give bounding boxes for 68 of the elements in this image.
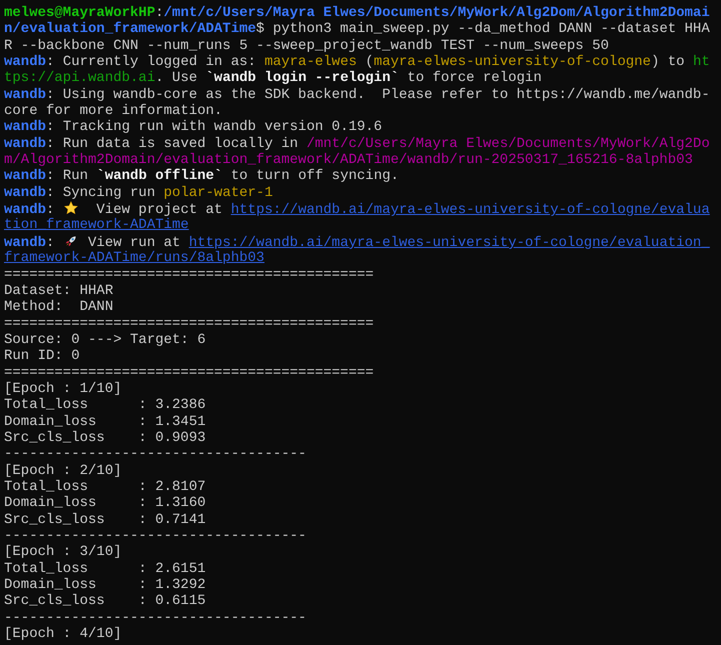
highlighted-name: mayra-elwes-university-of-cologne [374, 54, 651, 70]
terminal-text: . Use [155, 70, 198, 86]
terminal-text: View run at [87, 234, 182, 250]
log-prefix: wandb [4, 119, 46, 136]
link[interactable]: https://wandb.ai/mayra-elwes-university-of-cologne/evaluation_ [188, 234, 710, 250]
log-prefix: wandb [4, 86, 46, 103]
terminal-text: Method: DANN [4, 299, 114, 316]
highlighted-name: mayra-elwes [264, 54, 357, 70]
terminal-text: Domain_loss : 1.3292 [4, 577, 206, 594]
command-text: `wandb offline` [96, 168, 222, 184]
terminal-text: : Currently logged in as: [46, 54, 258, 70]
terminal-text: ------------------------------------ [4, 446, 306, 462]
terminal-text: : Run data is saved locally in [46, 136, 300, 152]
log-prefix: wandb [4, 202, 46, 218]
terminal-text: : [46, 234, 56, 250]
terminal-text: to turn off syncing. [230, 168, 399, 184]
terminal-text: View project at [95, 202, 224, 218]
star-icon [64, 201, 78, 216]
file-path: /mnt/c/Users/Mayra Elwes/Documents/MyWork/Alg2Do [306, 136, 710, 152]
file-path: m/Algorithm2Domain/evaluation_framework/ADATime/wandb/run-20250317_165216-8alphb03 [4, 152, 693, 168]
terminal-text: Dataset: HHAR [4, 282, 114, 299]
highlighted-name: polar-water-1 [164, 184, 273, 201]
terminal-text: ============================================ [4, 364, 374, 381]
terminal-text: ( [364, 54, 374, 70]
url-text: ht [692, 54, 710, 70]
command-text: `wandb login --relogin` [206, 70, 399, 86]
terminal-text: ============================================ [4, 266, 374, 282]
terminal-text: [Epoch : 1/10] [4, 380, 122, 397]
terminal-text: ============================================ [4, 316, 374, 332]
terminal-text: Total_loss : 2.8107 [4, 478, 206, 495]
prompt-path: /mnt/c/Users/Mayra Elwes/Documents/MyWork/Alg2Dom/Algorithm2Domai [164, 5, 710, 21]
terminal-text: $ python3 main_sweep.py --da_method DANN --dataset HHA [256, 21, 710, 38]
link[interactable]: framework-ADATime/runs/8alphb03 [4, 250, 264, 266]
terminal-text: [Epoch : 3/10] [4, 544, 122, 560]
terminal-text: [Epoch : 2/10] [4, 462, 122, 479]
terminal-text: ------------------------------------ [4, 610, 306, 626]
terminal-text: Domain_loss : 1.3451 [4, 414, 206, 430]
terminal-text: ------------------------------------ [4, 528, 306, 544]
terminal-text: : Tracking run with wandb version 0.19.6 [46, 119, 382, 136]
terminal-text: [Epoch : 4/10] [4, 626, 122, 642]
terminal-text: ) to [650, 54, 686, 70]
log-prefix: wandb [4, 168, 46, 184]
terminal-text: Src_cls_loss : 0.9093 [4, 430, 206, 446]
terminal-text: Domain_loss : 1.3160 [4, 495, 206, 512]
log-prefix: wandb [4, 184, 46, 201]
terminal-text: Total_loss : 2.6151 [4, 560, 206, 577]
terminal-text: Total_loss : 3.2386 [4, 397, 206, 414]
log-prefix: wandb [4, 234, 46, 250]
log-prefix: wandb [4, 136, 46, 152]
terminal-text: : Using wandb-core as the SDK backend. Please refer to https://wandb.me/wandb- [46, 86, 710, 103]
terminal-text: : [155, 5, 164, 21]
terminal-text: Source: 0 ---> Target: 6 [4, 332, 206, 348]
link[interactable]: tion_framework-ADATime [4, 217, 189, 234]
terminal-text: : [46, 202, 56, 218]
terminal-text: : Run [46, 168, 90, 184]
terminal-text: core for more information. [4, 103, 222, 120]
terminal-text: Run ID: 0 [4, 348, 80, 364]
log-prefix: wandb [4, 54, 46, 70]
terminal-text: : Syncing run [46, 184, 156, 201]
url-text: tps://api.wandb.ai [4, 70, 156, 86]
prompt-user: melwes@MayraWorkHP [4, 5, 156, 21]
link[interactable]: https://wandb.ai/mayra-elwes-university-of-cologne/evalua [230, 202, 710, 218]
terminal-text: Src_cls_loss : 0.6115 [4, 593, 206, 610]
terminal-text: R --backbone CNN --num_runs 5 --sweep_project_wandb TEST --num_sweeps 50 [4, 38, 609, 54]
terminal-text: to force relogin [406, 70, 542, 86]
terminal-text: Src_cls_loss : 0.7141 [4, 512, 206, 528]
rocket-icon [64, 234, 78, 248]
prompt-path: n/evaluation_framework/ADATime [4, 21, 256, 38]
